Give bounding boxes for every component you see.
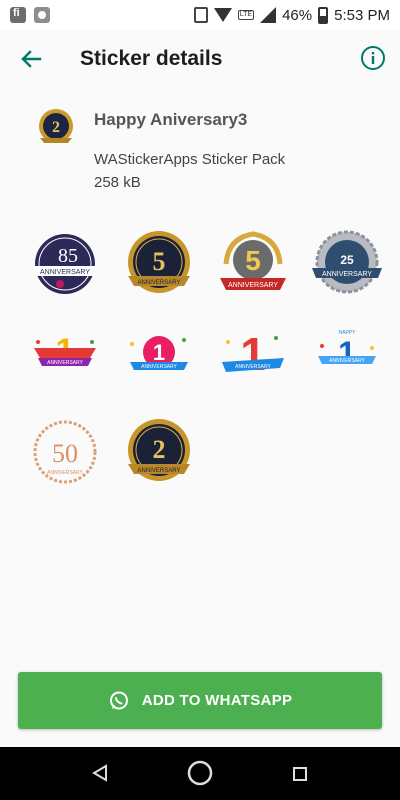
svg-text:ANNIVERSARY: ANNIVERSARY [47, 470, 83, 476]
nav-home-circle-icon [187, 760, 213, 786]
sticker-8[interactable]: 50 ANNIVERSARY [24, 412, 106, 494]
happy-anniversary-1-blue-sticker-icon: HAPPY 1 ANNIVERSARY [318, 330, 376, 371]
status-bar: LTE 46% 5:53 PM [0, 0, 400, 30]
sticker-5-text: 1 [153, 340, 165, 365]
pack-tray-icon: 2 [36, 108, 76, 148]
anniversary-50-laurel-sticker-icon: 50 ANNIVERSARY [33, 420, 97, 484]
svg-text:ANNIVERSARY: ANNIVERSARY [329, 358, 365, 364]
sticker-2[interactable]: 5 ANNIVERSARY [212, 224, 294, 306]
sticker-4[interactable]: 1 ANNIVERSARY [24, 318, 106, 400]
sticker-9-text: 2 [153, 435, 166, 464]
sticker-6-text: 1 [240, 328, 266, 380]
battery-icon [318, 6, 329, 24]
sticker-5[interactable]: 1 ANNIVERSARY [118, 318, 200, 400]
lte-badge: LTE [237, 10, 255, 20]
sticker-6[interactable]: 1 ANNIVERSARY [212, 318, 294, 400]
sticker-7[interactable]: HAPPY 1 ANNIVERSARY [306, 318, 388, 400]
sticker-1[interactable]: 5 ANNIVERSARY [118, 224, 200, 306]
sticker-0-text: 85 [58, 245, 78, 267]
toolbar: Sticker details [0, 30, 400, 88]
wifi-icon [213, 8, 232, 22]
happy-anniversary-1-ribbon-sticker-icon: 1 ANNIVERSARY [34, 332, 96, 370]
add-button-label: ADD TO WHATSAPP [141, 692, 293, 709]
battery-percent: 46% [282, 6, 313, 24]
info-icon [361, 46, 385, 70]
arrow-back-icon [21, 50, 42, 68]
vibrate-icon [193, 7, 208, 23]
anniversary-1-balloon-sticker-icon: 1 ANNIVERSARY [130, 336, 188, 370]
nav-back-button[interactable] [90, 763, 110, 788]
sticker-8-text: 50 [52, 439, 78, 468]
sticker-0[interactable]: 85 ANNIVERSARY [24, 224, 106, 306]
sticker-3-text: 25 [340, 253, 354, 267]
back-button[interactable] [16, 44, 46, 74]
svg-text:ANNIVERSARY: ANNIVERSARY [138, 280, 181, 286]
whatsapp-icon [109, 691, 128, 709]
nav-back-triangle-icon [92, 764, 107, 782]
system-nav-bar [0, 747, 400, 800]
signal-icon [260, 7, 277, 23]
svg-text:2: 2 [52, 119, 60, 136]
info-button[interactable] [360, 45, 386, 71]
page-title: Sticker details [80, 47, 223, 70]
sticker-9[interactable]: 2 ANNIVERSARY [118, 412, 200, 494]
svg-text:ANNIVERSARY: ANNIVERSARY [47, 360, 83, 366]
notification-dot-icon [34, 7, 50, 23]
svg-text:ANNIVERSARY: ANNIVERSARY [138, 468, 181, 474]
sticker-2-text: 5 [245, 245, 261, 276]
add-to-whatsapp-button[interactable]: ADD TO WHATSAPP [18, 672, 382, 729]
app-notification-icon [10, 7, 26, 23]
pack-publisher: WAStickerApps Sticker Pack [94, 151, 286, 168]
nav-home-button[interactable] [186, 759, 214, 792]
svg-text:ANNIVERSARY: ANNIVERSARY [40, 269, 90, 276]
sticker-1-text: 5 [153, 247, 166, 276]
svg-text:ANNIVERSARY: ANNIVERSARY [228, 282, 278, 289]
anniversary-25th-silver-sticker-icon: 25 ANNIVERSARY [312, 230, 382, 294]
pack-size: 258 kB [94, 174, 141, 191]
svg-text:ANNIVERSARY: ANNIVERSARY [235, 364, 271, 370]
anniversary-1-red-sticker-icon: 1 ANNIVERSARY [222, 328, 284, 380]
anniversary-85-sticker-icon: 85 ANNIVERSARY [32, 234, 98, 294]
svg-text:ANNIVERSARY: ANNIVERSARY [141, 364, 177, 370]
anniversary-5-years-laurel-sticker-icon: 5 ANNIVERSARY [220, 231, 286, 290]
sticker-7-text: 1 [338, 335, 356, 371]
anniversary-2nd-gold-sticker-icon: 2 ANNIVERSARY [128, 419, 190, 481]
pack-name: Happy Aniversary3 [94, 110, 248, 129]
svg-text:ANNIVERSARY: ANNIVERSARY [322, 271, 372, 278]
sticker-3[interactable]: 25 ANNIVERSARY [306, 224, 388, 306]
anniversary-5th-gold-sticker-icon: 5 ANNIVERSARY [128, 231, 190, 293]
nav-recents-square-icon [293, 767, 307, 781]
nav-recents-button[interactable] [292, 766, 308, 787]
clock: 5:53 PM [334, 6, 390, 24]
